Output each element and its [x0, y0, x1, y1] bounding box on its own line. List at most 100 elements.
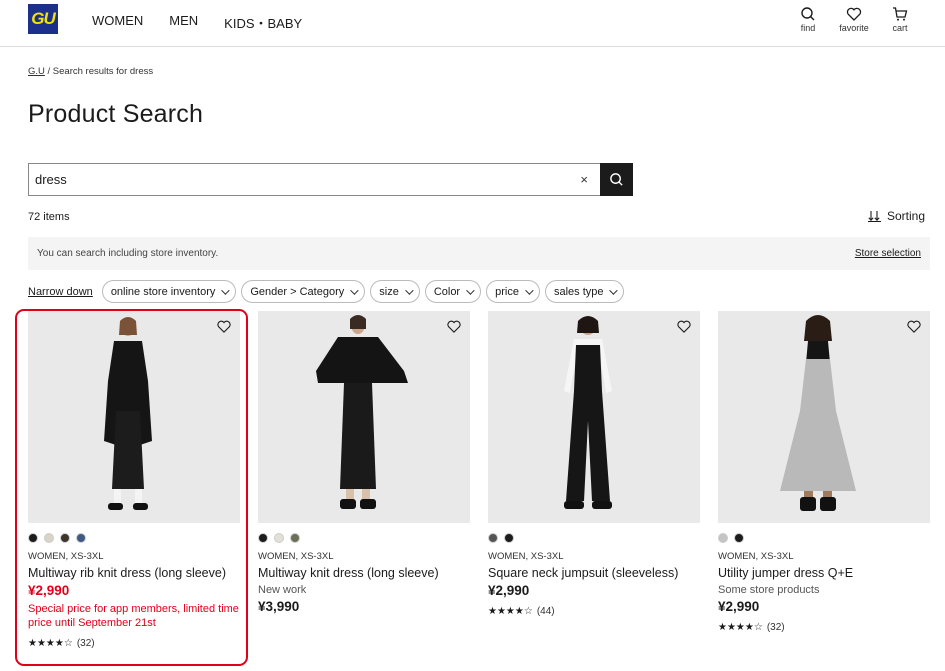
breadcrumb-home[interactable]: G.U — [28, 66, 45, 77]
filter-gender-category[interactable]: Gender > Category — [241, 280, 366, 303]
search-submit-button[interactable] — [600, 163, 633, 196]
product-card[interactable]: WOMEN, XS-3XL Utility jumper dress Q+E S… — [718, 311, 930, 633]
product-gender-size: WOMEN, XS-3XL — [258, 551, 334, 562]
filter-sales-type[interactable]: sales type — [544, 280, 625, 303]
color-swatch[interactable] — [28, 533, 38, 543]
color-swatch[interactable] — [76, 533, 86, 543]
breadcrumb: G.U / Search results for dress — [28, 66, 153, 77]
product-card[interactable]: WOMEN, XS-3XL Multiway rib knit dress (l… — [28, 311, 240, 649]
chip-label: online store inventory — [110, 285, 216, 298]
color-swatch[interactable] — [274, 533, 284, 543]
cart-label: cart — [892, 23, 908, 33]
site-header: GU WOMEN MEN KIDS・BABY find favorite car… — [0, 0, 945, 47]
product-price: ¥2,990 — [488, 583, 530, 598]
rating-stars: ★★★★☆ — [718, 622, 763, 633]
product-gender-size: WOMEN, XS-3XL — [718, 551, 794, 562]
nav-men[interactable]: MEN — [169, 13, 198, 32]
product-name[interactable]: Multiway knit dress (long sleeve) — [258, 566, 470, 580]
product-rating: ★★★★☆ (32) — [28, 638, 240, 649]
product-card[interactable]: WOMEN, XS-3XL Square neck jumpsuit (slee… — [488, 311, 700, 617]
chevron-down-icon — [525, 285, 534, 295]
nav-kids-baby[interactable]: KIDS・BABY — [224, 13, 302, 32]
color-swatch[interactable] — [44, 533, 54, 543]
narrow-down-link[interactable]: Narrow down — [28, 286, 93, 298]
search-icon — [610, 173, 623, 186]
product-gender-size: WOMEN, XS-3XL — [28, 551, 104, 562]
product-price: ¥2,990 — [28, 583, 70, 598]
model-photo — [780, 315, 856, 511]
cart-button[interactable]: cart — [877, 6, 923, 33]
color-swatch[interactable] — [290, 533, 300, 543]
chip-label: size — [379, 285, 399, 298]
product-name[interactable]: Utility jumper dress Q+E — [718, 566, 930, 580]
nav-women[interactable]: WOMEN — [92, 13, 143, 32]
promo-text: Special price for app members, limited t… — [28, 603, 239, 629]
color-swatches — [258, 533, 470, 545]
chip-label: Color — [433, 285, 461, 298]
model-photo — [104, 317, 152, 510]
search-input[interactable] — [35, 172, 581, 187]
color-swatch[interactable] — [258, 533, 268, 543]
chevron-down-icon — [221, 285, 231, 295]
filter-color[interactable]: Color — [424, 280, 482, 303]
favorite-heart-icon[interactable] — [676, 319, 692, 334]
favorite-heart-icon[interactable] — [216, 319, 232, 334]
filter-online-store-inventory[interactable]: online store inventory — [101, 280, 237, 303]
gu-logo[interactable]: GU — [28, 4, 58, 34]
chevron-down-icon — [404, 285, 414, 295]
store-inventory-notice: You can search including store inventory… — [28, 237, 930, 270]
favorite-heart-icon[interactable] — [906, 319, 922, 334]
page-title: Product Search — [28, 100, 204, 128]
sorting-label: Sorting — [886, 209, 925, 223]
sorting-button[interactable]: Sorting — [867, 209, 925, 223]
rating-stars: ★★★★☆ — [488, 606, 533, 617]
color-swatches — [28, 533, 240, 545]
chevron-down-icon — [609, 285, 619, 295]
header-icons: find favorite cart — [785, 6, 923, 33]
sort-icon — [867, 211, 881, 222]
product-tag: New work — [258, 584, 307, 596]
rating-count: (44) — [536, 606, 555, 617]
model-photo — [316, 315, 408, 509]
rating-stars: ★★★★☆ — [28, 638, 73, 649]
cart-icon — [893, 7, 908, 21]
find-button[interactable]: find — [785, 6, 831, 33]
store-selection-link[interactable]: Store selection — [855, 248, 921, 259]
product-name[interactable]: Multiway rib knit dress (long sleeve) — [28, 566, 240, 580]
product-image[interactable] — [258, 311, 470, 523]
favorite-heart-icon[interactable] — [446, 319, 462, 334]
color-swatch[interactable] — [734, 533, 744, 543]
chevron-down-icon — [466, 285, 475, 295]
color-swatch[interactable] — [718, 533, 728, 543]
chip-label: Gender > Category — [250, 285, 345, 298]
filter-size[interactable]: size — [370, 280, 420, 303]
color-swatch[interactable] — [60, 533, 70, 543]
rating-count: (32) — [766, 622, 785, 633]
product-gender-size: WOMEN, XS-3XL — [488, 551, 564, 562]
color-swatch[interactable] — [504, 533, 514, 543]
search-box: × — [28, 163, 600, 196]
notice-text: You can search including store inventory… — [37, 248, 219, 259]
product-card[interactable]: WOMEN, XS-3XL Multiway knit dress (long … — [258, 311, 470, 614]
product-rating: ★★★★☆ (44) — [488, 606, 700, 617]
color-swatches — [488, 533, 700, 545]
search-bar: × — [28, 163, 633, 196]
product-image[interactable] — [488, 311, 700, 523]
favorite-button[interactable]: favorite — [831, 6, 877, 33]
find-label: find — [800, 23, 816, 33]
filter-price[interactable]: price — [486, 280, 540, 303]
search-icon — [801, 7, 815, 21]
result-count: 72 items — [28, 211, 70, 223]
clear-search-button[interactable]: × — [580, 172, 588, 187]
product-name[interactable]: Square neck jumpsuit (sleeveless) — [488, 566, 700, 580]
product-rating: ★★★★☆ (32) — [718, 622, 930, 633]
color-swatch[interactable] — [488, 533, 498, 543]
product-image[interactable] — [718, 311, 930, 523]
chevron-down-icon — [350, 285, 359, 295]
color-swatches — [718, 533, 930, 545]
product-image[interactable] — [28, 311, 240, 523]
chip-label: sales type — [553, 285, 604, 298]
product-tag: Some store products — [718, 584, 820, 596]
main-nav: WOMEN MEN KIDS・BABY — [92, 13, 328, 32]
heart-icon — [846, 7, 862, 21]
